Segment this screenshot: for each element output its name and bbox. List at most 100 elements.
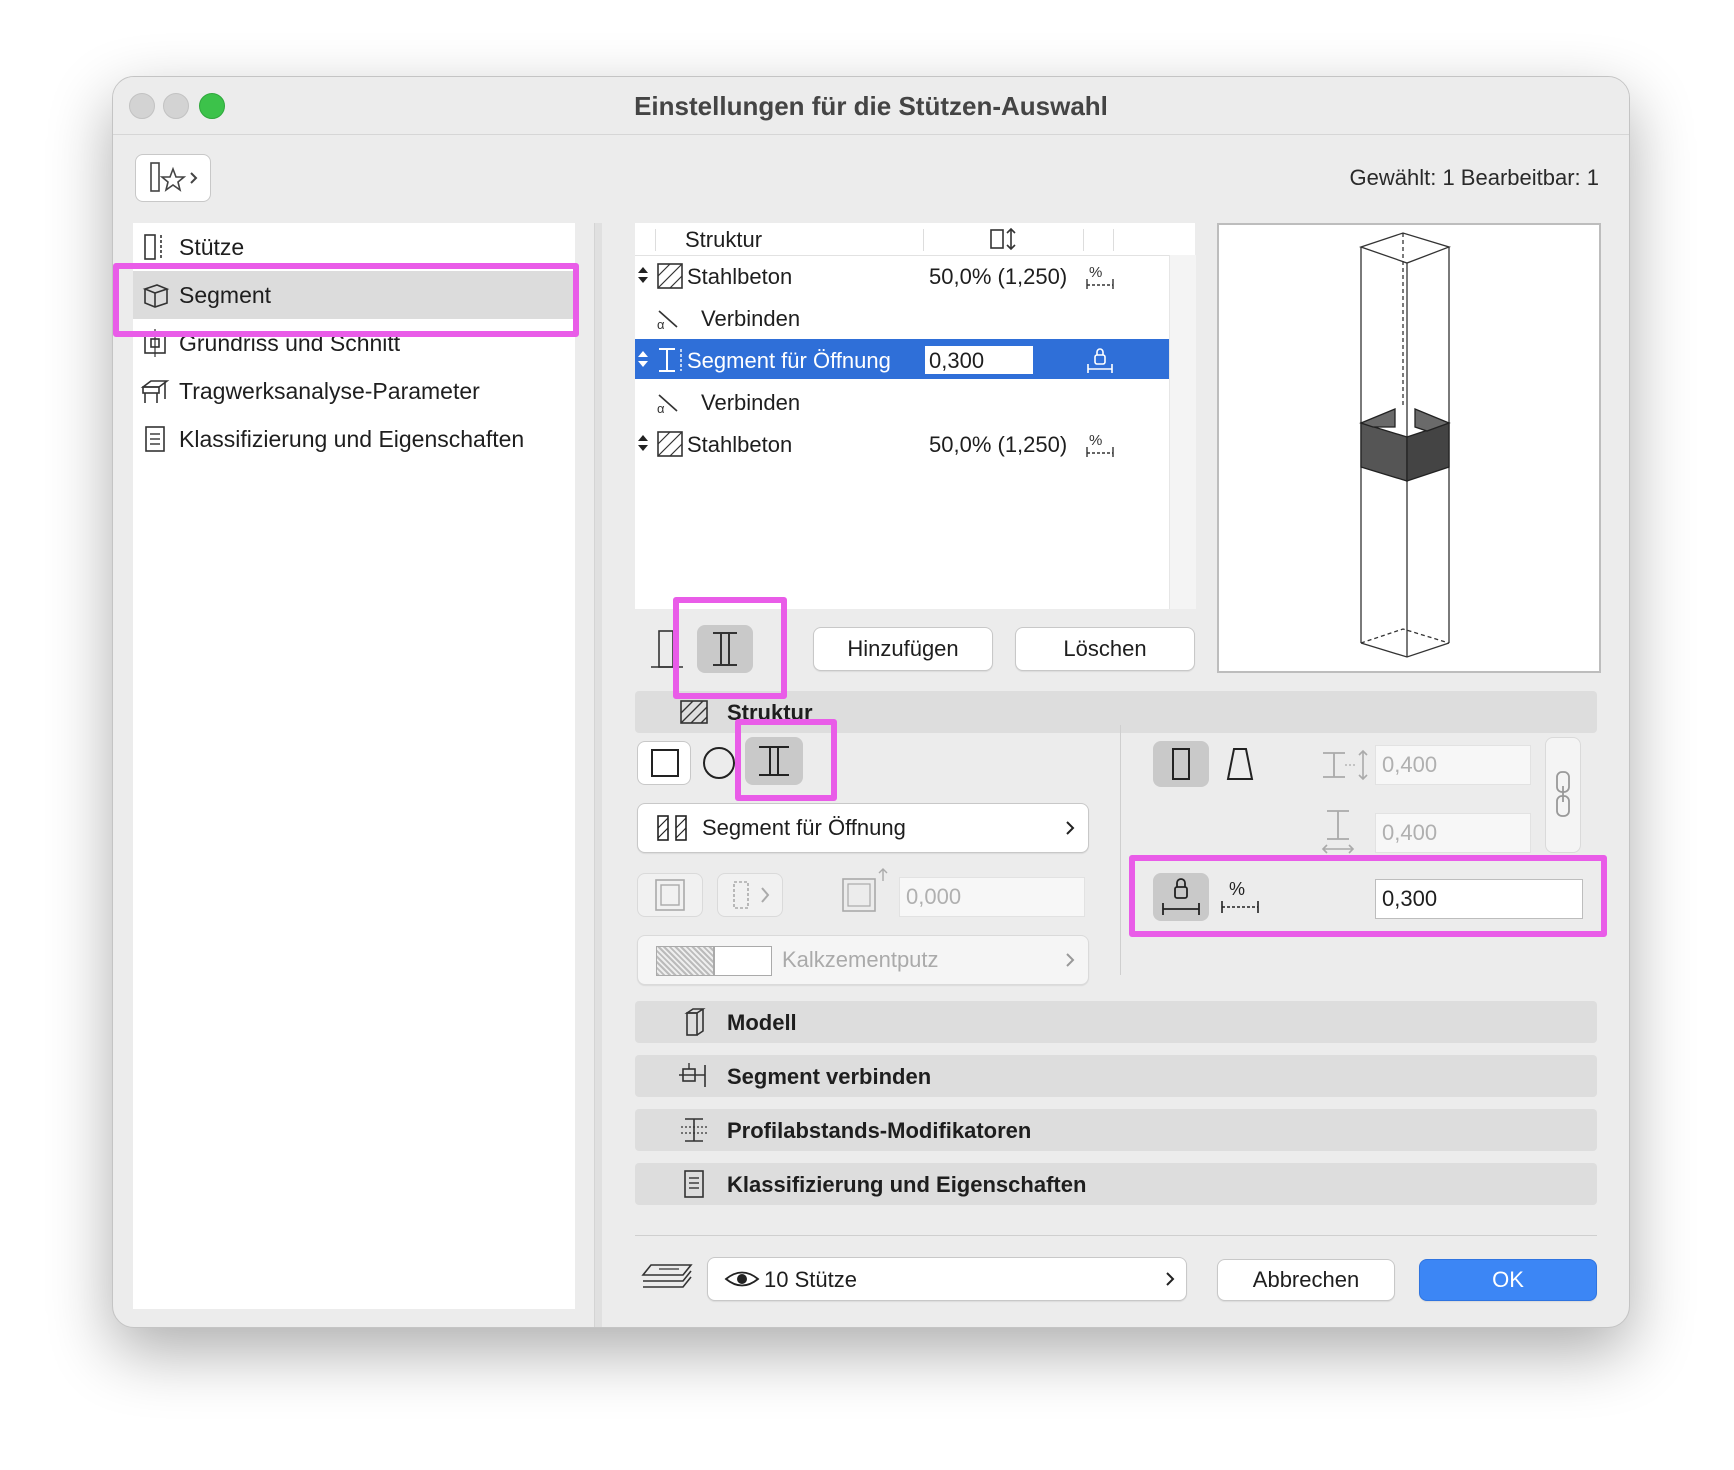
surface-material-select[interactable]: Kalkzementputz bbox=[637, 935, 1089, 985]
chain-link-icon bbox=[1556, 771, 1570, 817]
column-icon bbox=[144, 234, 162, 260]
core-fill-icon bbox=[733, 881, 770, 909]
table-row[interactable]: Stahlbeton 50,0% (1,250) % bbox=[635, 255, 1169, 295]
table-row-selected[interactable]: Segment für Öffnung 0,300 bbox=[635, 339, 1169, 379]
highlight-profile-shape bbox=[735, 719, 837, 801]
core-only-button[interactable] bbox=[637, 873, 703, 917]
highlight-segment-length bbox=[1129, 855, 1607, 937]
delete-segment-button[interactable]: Löschen bbox=[1015, 627, 1195, 671]
width-input[interactable]: 0,400 bbox=[1375, 745, 1531, 785]
cancel-button[interactable]: Abbrechen bbox=[1217, 1259, 1395, 1301]
hatch-material-icon bbox=[657, 431, 683, 457]
sidebar-item-klassifizierung[interactable]: Klassifizierung und Eigenschaften bbox=[133, 415, 575, 463]
eye-icon bbox=[724, 1271, 760, 1287]
panel-splitter[interactable] bbox=[594, 223, 602, 1327]
favorites-star-icon bbox=[150, 162, 198, 192]
joint-icon: α bbox=[657, 394, 678, 415]
joint-icon: α bbox=[657, 310, 678, 331]
rectangular-shape-button[interactable] bbox=[637, 741, 691, 785]
depth-dimension-icon bbox=[1321, 810, 1355, 854]
profile-select-value: Segment für Öffnung bbox=[702, 815, 906, 840]
model-box-icon bbox=[684, 1008, 706, 1036]
straight-column-icon bbox=[1172, 748, 1190, 780]
drag-handle-icon[interactable] bbox=[637, 434, 649, 452]
sidebar-item-label: Stütze bbox=[179, 234, 245, 260]
profile-hatch-icon bbox=[657, 815, 687, 841]
layer-stack-icon bbox=[641, 1264, 693, 1288]
circular-shape-button[interactable] bbox=[697, 741, 737, 785]
table-row[interactable]: Stahlbeton 50,0% (1,250) % bbox=[635, 423, 1169, 463]
row-value: 50,0% (1,250) bbox=[929, 432, 1068, 457]
percent-length-icon[interactable]: % bbox=[1085, 431, 1115, 457]
layer-select[interactable]: 10 Stütze bbox=[707, 1257, 1187, 1301]
highlight-profile-mode bbox=[673, 597, 787, 699]
column-header-struktur: Struktur bbox=[685, 227, 763, 252]
chevron-right-icon bbox=[1166, 1272, 1175, 1286]
sidebar-item-label: Tragwerksanalyse-Parameter bbox=[179, 378, 480, 404]
column-3d-preview[interactable] bbox=[1217, 223, 1601, 673]
chevron-right-icon bbox=[1066, 821, 1075, 835]
section-modell-header[interactable]: Modell bbox=[635, 1001, 1597, 1043]
table-scrollbar[interactable] bbox=[1169, 255, 1196, 609]
surface-material-value: Kalkzementputz bbox=[782, 947, 939, 972]
core-outline-icon bbox=[655, 879, 685, 911]
footer-divider bbox=[635, 1235, 1597, 1236]
profile-segment-icon bbox=[659, 348, 682, 372]
surface-texture-swatch bbox=[656, 946, 714, 976]
add-segment-button[interactable]: Hinzufügen bbox=[813, 627, 993, 671]
square-icon bbox=[651, 749, 679, 777]
section-divider bbox=[1120, 725, 1121, 975]
classification-icon bbox=[684, 1170, 704, 1198]
favorites-button[interactable] bbox=[135, 154, 211, 202]
segment-table: Struktur Stahlbeton 50,0% (1,250) % α Ve… bbox=[635, 223, 1196, 609]
row-name: Verbinden bbox=[701, 306, 801, 331]
table-row[interactable]: α Verbinden bbox=[635, 381, 1169, 421]
segment-joint-icon bbox=[679, 1063, 706, 1087]
surface-color-swatch bbox=[714, 946, 772, 976]
sidebar-item-tragwerk[interactable]: Tragwerksanalyse-Parameter bbox=[133, 367, 575, 415]
drag-handle-icon[interactable] bbox=[637, 350, 649, 368]
title-bar: Einstellungen für die Stützen-Auswahl bbox=[113, 77, 1629, 135]
section-segment-verbinden-header[interactable]: Segment verbinden bbox=[635, 1055, 1597, 1097]
drag-handle-icon[interactable] bbox=[637, 266, 649, 284]
settings-dialog: Einstellungen für die Stützen-Auswahl Ge… bbox=[112, 76, 1630, 1328]
window-title: Einstellungen für die Stützen-Auswahl bbox=[634, 91, 1108, 121]
section-title: Segment verbinden bbox=[727, 1064, 932, 1089]
section-title: Profilabstands-Modifikatoren bbox=[727, 1118, 1032, 1143]
tapered-column-button[interactable] bbox=[1217, 741, 1263, 787]
core-fill-select[interactable] bbox=[717, 873, 783, 917]
row-name: Stahlbeton bbox=[687, 432, 793, 457]
row-value: 50,0% (1,250) bbox=[929, 264, 1068, 289]
percent-length-icon[interactable]: % bbox=[1085, 263, 1115, 289]
column-wireframe-image bbox=[1358, 232, 1452, 658]
width-dimension-icon bbox=[1323, 749, 1368, 781]
selection-info: Gewählt: 1 Bearbeitbar: 1 bbox=[1349, 165, 1599, 190]
profile-select[interactable]: Segment für Öffnung bbox=[637, 803, 1089, 853]
section-klassifizierung-header[interactable]: Klassifizierung und Eigenschaften bbox=[635, 1163, 1597, 1205]
sidebar-item-label: Klassifizierung und Eigenschaften bbox=[179, 426, 525, 452]
lock-length-icon[interactable] bbox=[1085, 346, 1115, 374]
straight-column-button[interactable] bbox=[1153, 741, 1209, 787]
row-name: Stahlbeton bbox=[687, 264, 793, 289]
hatch-icon bbox=[680, 700, 708, 724]
length-column-icon[interactable] bbox=[989, 226, 1019, 252]
section-profilabstand-header[interactable]: Profilabstands-Modifikatoren bbox=[635, 1109, 1597, 1151]
svg-text:%: % bbox=[1089, 432, 1102, 449]
hatch-material-icon bbox=[657, 263, 683, 289]
row-name: Segment für Öffnung bbox=[687, 348, 891, 373]
row-length-input[interactable]: 0,300 bbox=[925, 346, 1033, 374]
row-name: Verbinden bbox=[701, 390, 801, 415]
table-row[interactable]: α Verbinden bbox=[635, 297, 1169, 337]
ok-button[interactable]: OK bbox=[1419, 1259, 1597, 1301]
table-header: Struktur bbox=[635, 223, 1195, 256]
link-dimensions-toggle[interactable] bbox=[1545, 737, 1581, 853]
structural-analysis-icon bbox=[140, 380, 170, 403]
svg-text:α: α bbox=[657, 401, 665, 415]
sidebar: Stütze Segment Grundriss und Schnitt Tra… bbox=[133, 223, 575, 1309]
classification-icon bbox=[145, 426, 165, 452]
section-title: Modell bbox=[727, 1010, 797, 1035]
chevron-right-icon bbox=[1066, 953, 1075, 967]
veneer-thickness-input[interactable]: 0,000 bbox=[899, 877, 1085, 917]
layer-select-value: 10 Stütze bbox=[764, 1267, 857, 1292]
depth-input[interactable]: 0,400 bbox=[1375, 813, 1531, 853]
